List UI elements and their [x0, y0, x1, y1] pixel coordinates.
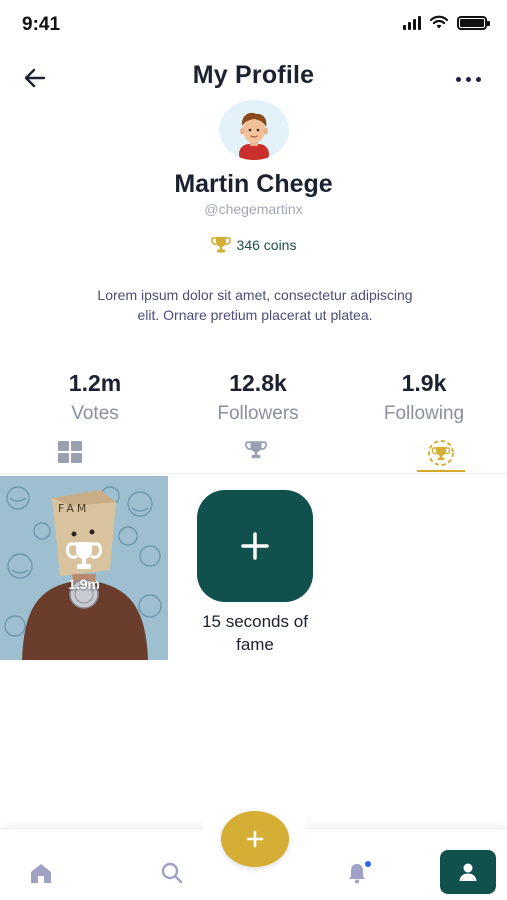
more-options-button[interactable] [453, 69, 483, 89]
stat-value: 1.9k [401, 370, 447, 396]
status-icons [403, 15, 490, 30]
tab-grid[interactable] [40, 440, 100, 474]
content-tabs [0, 440, 507, 474]
profile-stats: 1.2m Votes 12.8k Followers 1.9k Followin… [0, 370, 507, 430]
active-tab-indicator [417, 470, 465, 472]
trophy-icon [210, 237, 231, 253]
nav-home[interactable] [26, 860, 56, 886]
trophy-icon [245, 441, 267, 459]
create-fab-button[interactable] [221, 811, 289, 867]
stat-value: 1.2m [68, 370, 122, 396]
notification-dot [365, 861, 371, 867]
wifi-icon [429, 15, 449, 29]
add-post-caption: 15 seconds of fame [202, 612, 308, 654]
stat-value: 12.8k [229, 370, 287, 396]
stat-followers[interactable]: 12.8k Followers [183, 370, 333, 425]
nav-search[interactable] [157, 860, 187, 886]
post-vote-count: 1.9m [68, 576, 100, 592]
profile-bio: Lorem ipsum dolor sit amet, consectetur … [97, 287, 413, 323]
tab-trophies[interactable] [226, 440, 286, 474]
status-bar: 9:41 [0, 0, 507, 50]
nav-profile[interactable] [440, 850, 496, 894]
signal-icon [403, 15, 421, 30]
tab-fame[interactable] [411, 440, 471, 474]
trophy-badge-icon [428, 440, 454, 466]
posts-grid: FAM 1.9m 15 seconds of fame [0, 476, 507, 666]
coins-badge: 346 coins [0, 236, 507, 254]
stat-votes[interactable]: 1.2m Votes [20, 370, 170, 425]
home-icon [31, 864, 51, 883]
user-icon [459, 863, 477, 881]
stat-label: Votes [71, 403, 119, 424]
plus-icon [241, 532, 269, 560]
avatar[interactable] [219, 100, 289, 160]
page-title: My Profile [192, 61, 315, 89]
post-image: FAM [0, 476, 168, 660]
battery-icon [457, 15, 490, 30]
post-thumbnail[interactable]: FAM 1.9m [0, 476, 168, 660]
more-horizontal-icon [455, 76, 461, 82]
profile-handle: @chegemartinx [204, 201, 303, 217]
search-icon [161, 862, 183, 884]
header: My Profile [0, 55, 507, 99]
nav-notifications[interactable] [342, 860, 372, 886]
svg-text:FAM: FAM [58, 502, 89, 515]
grid-icon [58, 441, 82, 463]
plus-icon [246, 830, 264, 848]
add-post-button[interactable] [197, 490, 313, 602]
stat-label: Following [383, 403, 465, 424]
stat-label: Followers [217, 403, 299, 424]
status-time: 9:41 [22, 14, 61, 35]
profile-name: Martin Chege [174, 170, 333, 198]
coins-count: 346 coins [236, 237, 297, 253]
stat-following[interactable]: 1.9k Following [349, 370, 499, 425]
